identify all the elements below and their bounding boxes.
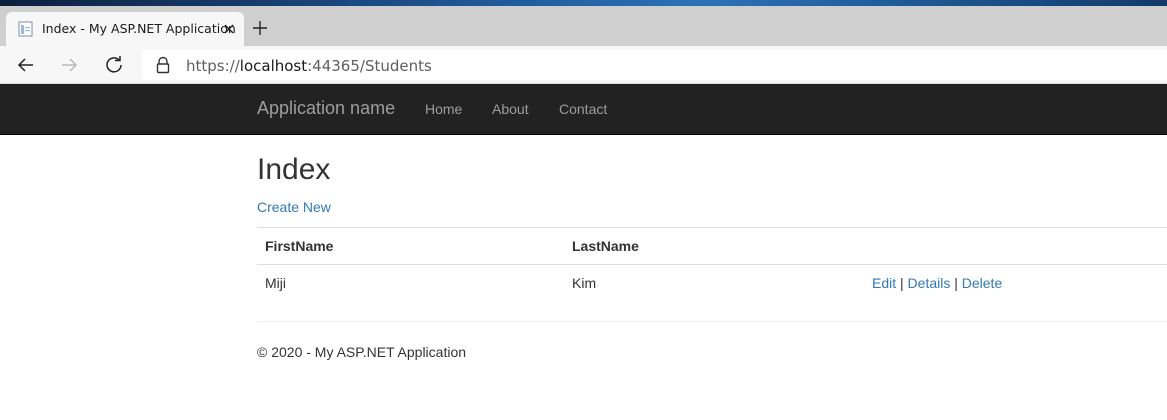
row-actions: Edit | Details | Delete: [872, 275, 1002, 291]
details-link[interactable]: Details: [908, 275, 951, 291]
nav-link-home[interactable]: Home: [425, 101, 462, 117]
table-header-border: [257, 264, 1167, 265]
navbar-brand[interactable]: Application name: [257, 98, 395, 119]
new-tab-icon[interactable]: [250, 18, 270, 38]
page-favicon-icon: [18, 21, 33, 37]
url-scheme: https://: [186, 57, 240, 75]
lock-icon[interactable]: [155, 56, 171, 74]
action-separator: |: [900, 275, 904, 291]
footer-text: © 2020 - My ASP.NET Application: [257, 344, 467, 360]
url-host: localhost: [239, 57, 308, 75]
nav-link-contact[interactable]: Contact: [559, 101, 607, 117]
action-separator: |: [954, 275, 958, 291]
refresh-icon[interactable]: [103, 54, 125, 76]
url-field[interactable]: https://localhost:44365/Students: [142, 50, 1167, 80]
back-icon[interactable]: [15, 54, 37, 76]
footer-divider: [257, 321, 1167, 322]
cell-firstname: Miji: [265, 275, 286, 291]
nav-link-about[interactable]: About: [492, 101, 529, 117]
edit-link[interactable]: Edit: [872, 275, 896, 291]
site-navbar: Application name Home About Contact: [0, 84, 1167, 135]
cell-lastname: Kim: [572, 275, 597, 291]
column-header-firstname: FirstName: [265, 238, 334, 254]
forward-icon[interactable]: [58, 54, 80, 76]
page-title: Index: [257, 153, 331, 186]
tab-title: Index - My ASP.NET Application: [42, 21, 236, 36]
browser-tab[interactable]: Index - My ASP.NET Application: [6, 12, 244, 46]
create-new-link[interactable]: Create New: [257, 199, 331, 215]
url-text: https://localhost:44365/Students: [186, 57, 432, 75]
column-header-lastname: LastName: [572, 238, 639, 254]
table-top-border: [257, 227, 1167, 228]
tab-strip: Index - My ASP.NET Application: [0, 6, 1167, 46]
delete-link[interactable]: Delete: [962, 275, 1002, 291]
url-path: :44365/Students: [307, 57, 432, 75]
address-bar: https://localhost:44365/Students: [0, 46, 1167, 84]
close-tab-icon[interactable]: [220, 20, 238, 38]
